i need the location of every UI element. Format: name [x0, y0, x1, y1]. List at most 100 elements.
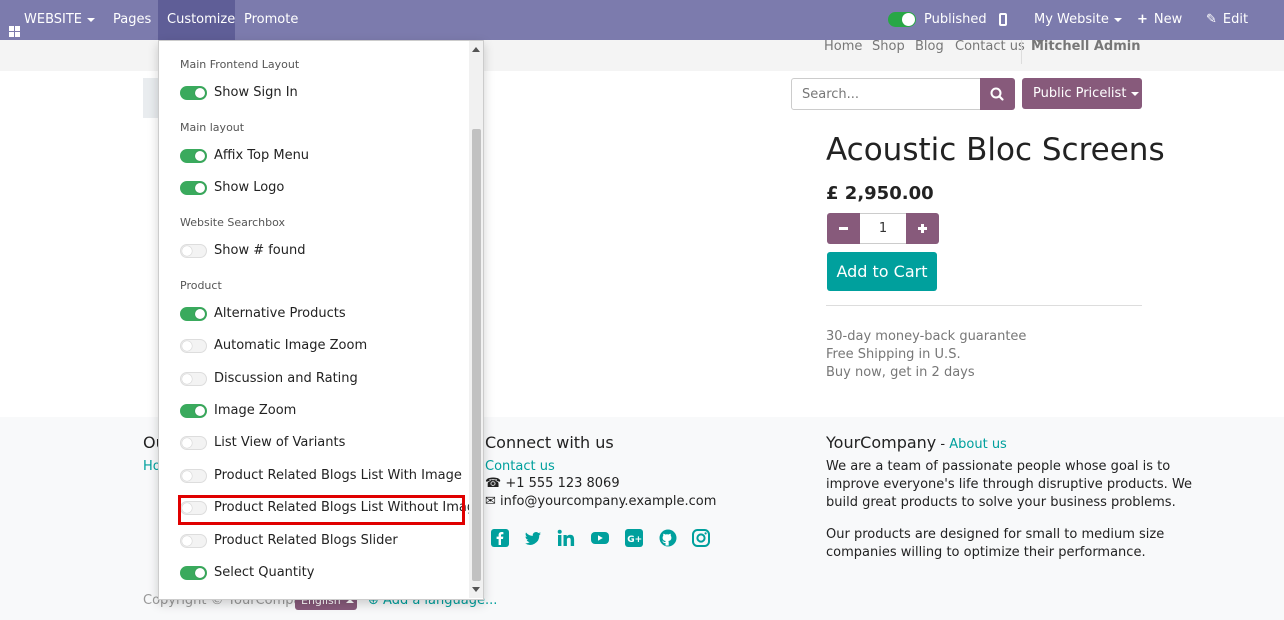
youtube-icon[interactable]	[590, 528, 610, 548]
toggle-switch-icon[interactable]	[180, 436, 207, 450]
contact-us-link[interactable]: Contact us	[485, 459, 555, 474]
divider	[826, 305, 1142, 306]
email-address: info@yourcompany.example.com	[500, 494, 717, 509]
option-label: Select Quantity	[214, 565, 315, 580]
company-heading: YourCompany - About us	[826, 433, 1007, 452]
option-label: Automatic Image Zoom	[214, 338, 368, 353]
about-paragraph-line: improve everyone's life through disrupti…	[826, 477, 1193, 492]
facebook-icon[interactable]	[490, 528, 510, 548]
nav-home[interactable]: Home	[824, 40, 862, 53]
quantity-decrease-button[interactable]	[827, 213, 860, 244]
chevron-down-icon	[1131, 91, 1140, 96]
chevron-down-icon	[1113, 17, 1122, 22]
twitter-icon[interactable]	[523, 528, 543, 548]
product-price: £ 2,950.00	[826, 183, 934, 204]
section-header: Website Searchbox	[180, 216, 286, 229]
website-apps-menu[interactable]: WEBSITE	[9, 0, 95, 40]
about-paragraph-line: build great products to solve your busin…	[826, 495, 1176, 510]
pencil-icon: ✎	[1206, 12, 1217, 27]
linkedin-icon[interactable]	[556, 528, 576, 548]
option-label: Show Sign In	[214, 85, 298, 100]
option-label: Product Related Blogs Slider	[214, 533, 398, 548]
search-button[interactable]	[980, 78, 1015, 110]
option-affix-top-menu[interactable]: Affix Top Menu	[180, 145, 460, 165]
option-discussion-and-rating[interactable]: Discussion and Rating	[180, 368, 460, 388]
section-header: Main layout	[180, 121, 245, 134]
guarantee-line: 30-day money-back guarantee	[826, 329, 1027, 344]
nav-divider	[1021, 40, 1022, 64]
menu-customize[interactable]: Customize	[158, 0, 235, 40]
company-name: YourCompany	[826, 433, 937, 452]
about-paragraph-line: Our products are designed for small to m…	[826, 527, 1165, 542]
mobile-preview-button[interactable]	[999, 0, 1007, 40]
phone-number: +1 555 123 8069	[505, 476, 620, 491]
pricelist-dropdown[interactable]: Public Pricelist	[1022, 78, 1142, 109]
option-blogs-list-with-image[interactable]: Product Related Blogs List With Image	[180, 465, 462, 485]
company-separator: -	[936, 437, 950, 452]
guarantee-line: Free Shipping in U.S.	[826, 347, 961, 362]
option-label: Image Zoom	[214, 403, 297, 418]
connect-heading: Connect with us	[485, 433, 614, 452]
toggle-switch-icon[interactable]	[180, 469, 207, 483]
option-list-view-of-variants[interactable]: List View of Variants	[180, 432, 460, 452]
section-header: Main Frontend Layout	[180, 58, 300, 71]
scroll-down-arrow-icon[interactable]	[472, 587, 480, 592]
option-label: Product Related Blogs List With Image	[214, 468, 462, 483]
quantity-increase-button[interactable]	[906, 213, 939, 244]
option-show-sign-in[interactable]: Show Sign In	[180, 82, 460, 102]
my-website-label: My Website	[1034, 12, 1109, 27]
search-input[interactable]	[791, 78, 981, 110]
scrollbar-thumb[interactable]	[472, 129, 481, 581]
menu-promote[interactable]: Promote	[244, 0, 298, 40]
instagram-icon[interactable]	[691, 528, 711, 548]
guarantee-line: Buy now, get in 2 days	[826, 365, 975, 380]
scroll-up-arrow-icon[interactable]	[472, 47, 480, 52]
toggle-switch-icon	[888, 12, 916, 27]
user-name: Mitchell Admin	[1031, 39, 1141, 54]
toggle-switch-icon[interactable]	[180, 149, 207, 163]
toggle-switch-icon[interactable]	[180, 372, 207, 386]
option-label: Alternative Products	[214, 306, 346, 321]
toggle-switch-icon[interactable]	[180, 566, 207, 580]
svg-text:G+: G+	[627, 535, 642, 545]
toggle-switch-icon[interactable]	[180, 534, 207, 548]
about-us-link[interactable]: About us	[949, 437, 1007, 452]
option-label: Affix Top Menu	[214, 148, 310, 163]
nav-shop[interactable]: Shop	[872, 40, 905, 53]
website-label: WEBSITE	[24, 12, 82, 27]
annotation-highlight-box	[178, 495, 465, 525]
nav-blog[interactable]: Blog	[915, 40, 944, 53]
quantity-input[interactable]	[860, 213, 906, 244]
my-website-dropdown[interactable]: My Website	[1034, 0, 1122, 40]
edit-button[interactable]: ✎ Edit	[1206, 0, 1248, 40]
dropdown-scrollbar[interactable]	[469, 41, 483, 598]
published-toggle[interactable]: Published	[888, 0, 987, 40]
toggle-switch-icon[interactable]	[180, 181, 207, 195]
option-automatic-image-zoom[interactable]: Automatic Image Zoom	[180, 335, 460, 355]
toggle-switch-icon[interactable]	[180, 86, 207, 100]
toggle-switch-icon[interactable]	[180, 339, 207, 353]
menu-pages[interactable]: Pages	[113, 0, 151, 40]
about-paragraph-line: companies willing to optimize their perf…	[826, 545, 1146, 560]
option-label: Discussion and Rating	[214, 371, 358, 386]
plus-icon: +	[1137, 12, 1148, 27]
github-icon[interactable]	[658, 528, 678, 548]
option-select-quantity[interactable]: Select Quantity	[180, 562, 460, 582]
add-to-cart-button[interactable]: Add to Cart	[827, 252, 937, 291]
option-show-found[interactable]: Show # found	[180, 240, 460, 260]
toggle-switch-icon[interactable]	[180, 404, 207, 418]
google-plus-icon[interactable]: G+	[624, 528, 644, 548]
option-image-zoom[interactable]: Image Zoom	[180, 400, 460, 420]
envelope-icon: ✉	[485, 494, 501, 509]
option-alternative-products[interactable]: Alternative Products	[180, 303, 460, 323]
new-label: New	[1153, 12, 1183, 27]
option-blogs-slider[interactable]: Product Related Blogs Slider	[180, 530, 460, 550]
section-header: Product	[180, 279, 222, 292]
option-show-logo[interactable]: Show Logo	[180, 177, 460, 197]
toggle-switch-icon[interactable]	[180, 307, 207, 321]
edit-label: Edit	[1222, 12, 1249, 27]
toggle-switch-icon[interactable]	[180, 244, 207, 258]
apps-grid-icon	[9, 14, 20, 37]
new-button[interactable]: + New	[1137, 0, 1182, 40]
nav-contact-us[interactable]: Contact us	[955, 40, 1025, 53]
